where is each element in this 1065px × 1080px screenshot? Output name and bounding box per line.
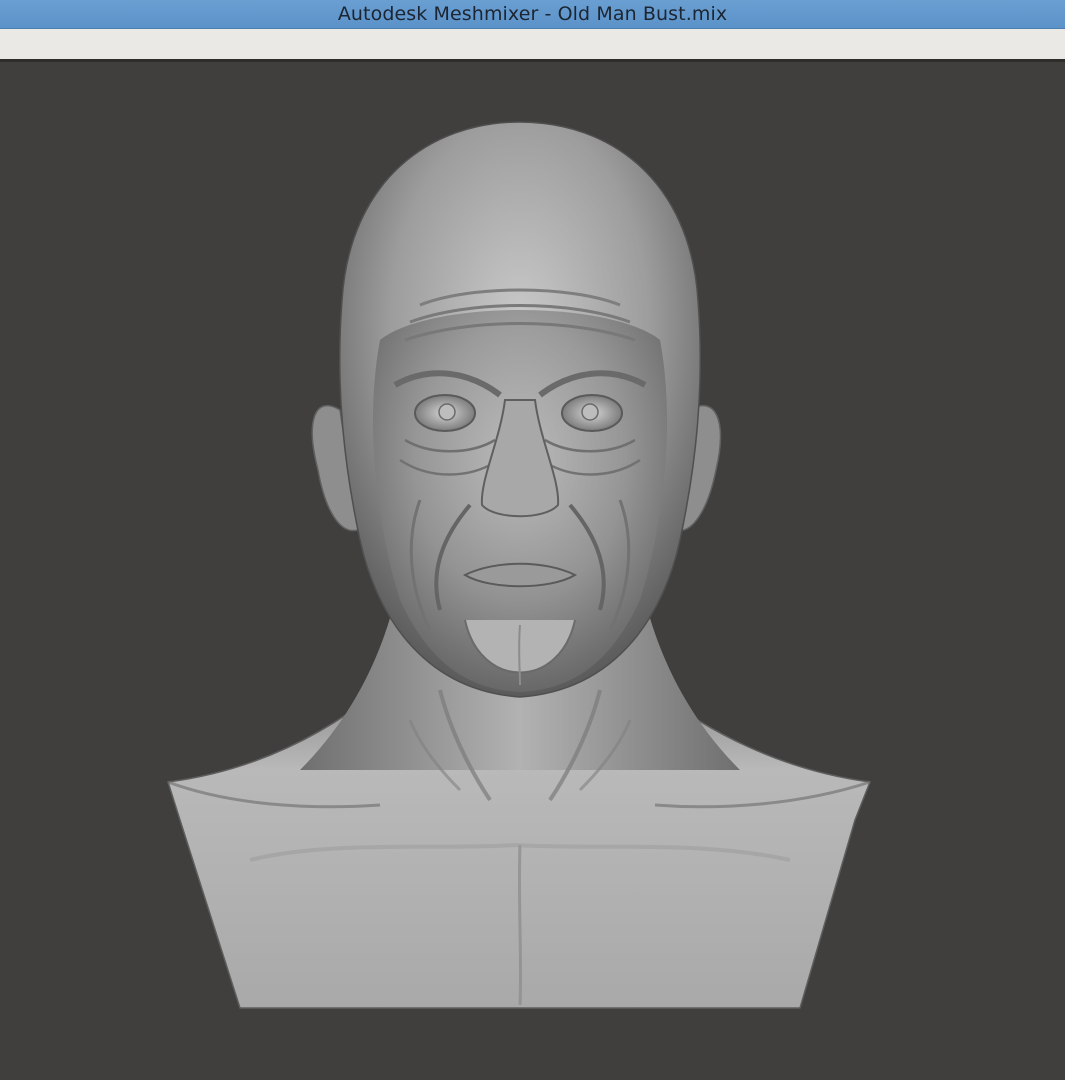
bust-model[interactable] (0, 62, 1065, 1080)
window-title: Autodesk Meshmixer - Old Man Bust.mix (337, 3, 728, 25)
menu-bar (0, 29, 1065, 60)
3d-viewport[interactable] (0, 62, 1065, 1080)
app-window: Autodesk Meshmixer - Old Man Bust.mix (0, 0, 1065, 1080)
title-bar[interactable]: Autodesk Meshmixer - Old Man Bust.mix (0, 0, 1065, 29)
